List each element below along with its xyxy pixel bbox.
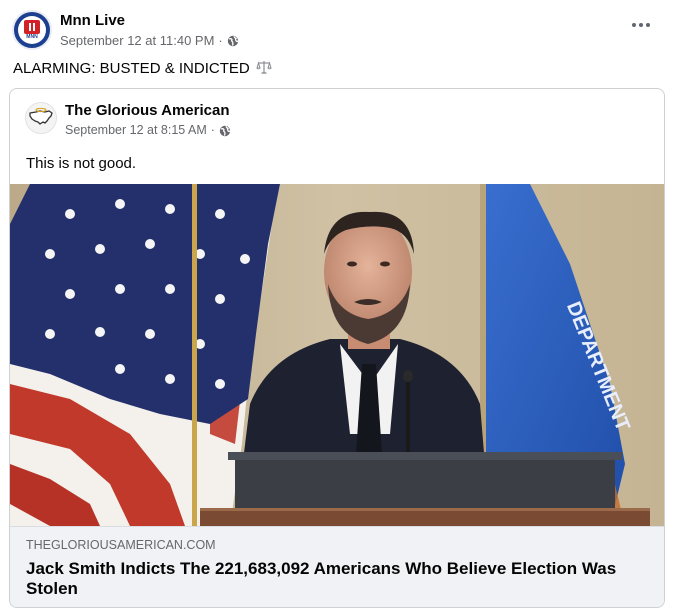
- shared-post-text: This is not good.: [26, 155, 137, 172]
- globe-icon[interactable]: [227, 35, 239, 47]
- avatar-logo: MNN: [18, 16, 46, 44]
- us-map-logo: [29, 107, 53, 125]
- post-text: ALARMING: BUSTED & INDICTED: [13, 59, 272, 79]
- shared-post-header: The Glorious American September 12 at 8:…: [25, 102, 231, 139]
- post-timestamp-row: September 12 at 11:40 PM ·: [60, 32, 239, 50]
- link-preview-image[interactable]: DEPARTMENT: [10, 184, 664, 526]
- balance-scale-icon: [256, 61, 272, 74]
- feed-post: MNN Mnn Live September 12 at 11:40 PM · …: [0, 0, 676, 615]
- link-preview-caption[interactable]: THEGLORIOUSAMERICAN.COM Jack Smith Indic…: [10, 526, 664, 607]
- shared-page-avatar[interactable]: [25, 102, 57, 134]
- post-meta: Mnn Live September 12 at 11:40 PM ·: [60, 11, 239, 50]
- page-avatar[interactable]: MNN: [12, 10, 52, 50]
- more-options-button[interactable]: [628, 15, 654, 35]
- more-dot: [646, 23, 650, 27]
- avatar-logo-text: MNN: [26, 34, 38, 40]
- globe-icon[interactable]: [219, 125, 231, 137]
- shared-author-name[interactable]: The Glorious American: [65, 101, 231, 120]
- link-domain: THEGLORIOUSAMERICAN.COM: [26, 538, 216, 552]
- link-headline[interactable]: Jack Smith Indicts The 221,683,092 Ameri…: [26, 559, 650, 599]
- timestamp-separator: ·: [218, 33, 223, 48]
- shared-timestamp-row: September 12 at 8:15 AM ·: [65, 122, 231, 139]
- post-text-content: ALARMING: BUSTED & INDICTED: [13, 60, 250, 77]
- shared-post-card[interactable]: The Glorious American September 12 at 8:…: [9, 88, 665, 608]
- avatar-logo-mark: [24, 20, 40, 34]
- timestamp-separator: ·: [210, 123, 215, 137]
- more-dots-icon: [632, 23, 636, 27]
- post-author-name[interactable]: Mnn Live: [60, 11, 239, 30]
- more-dot: [639, 23, 643, 27]
- post-timestamp[interactable]: September 12 at 11:40 PM: [60, 32, 214, 50]
- shared-timestamp[interactable]: September 12 at 8:15 AM: [65, 122, 207, 139]
- press-conference-photo: DEPARTMENT: [10, 184, 664, 526]
- post-header: MNN Mnn Live September 12 at 11:40 PM ·: [12, 10, 239, 50]
- shared-post-meta: The Glorious American September 12 at 8:…: [65, 101, 231, 139]
